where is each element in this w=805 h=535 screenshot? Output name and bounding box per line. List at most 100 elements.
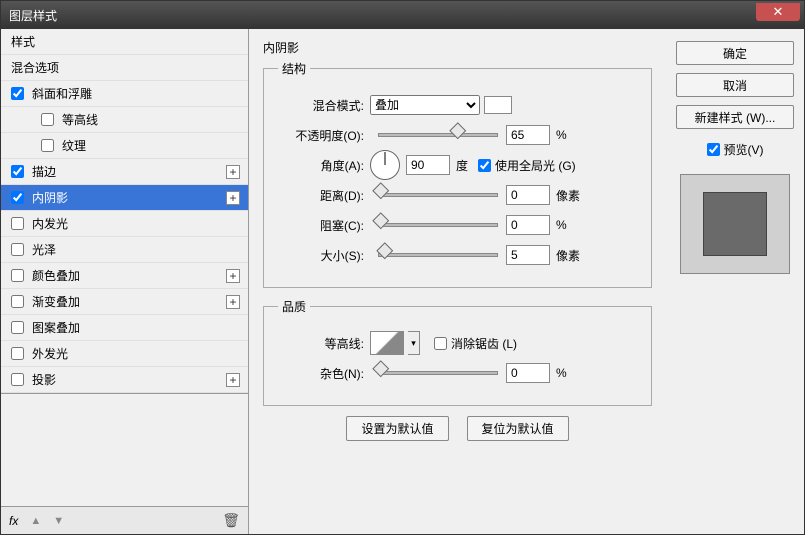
sidebar-item-texture[interactable]: 纹理: [1, 133, 248, 159]
angle-label: 角度(A):: [278, 157, 364, 174]
angle-unit: 度: [456, 157, 468, 174]
noise-label: 杂色(N):: [278, 365, 364, 382]
checkbox-drop-shadow[interactable]: [11, 373, 24, 386]
arrow-up-icon[interactable]: ▲: [30, 515, 41, 527]
checkbox-inner-glow[interactable]: [11, 217, 24, 230]
sidebar-item-stroke[interactable]: 描边 +: [1, 159, 248, 185]
row-distance: 距离(D): 像素: [278, 183, 637, 207]
sidebar-item-inner-glow[interactable]: 内发光: [1, 211, 248, 237]
window-title: 图层样式: [9, 7, 57, 24]
titlebar[interactable]: 图层样式 ✕: [1, 1, 804, 29]
sidebar-item-inner-shadow[interactable]: 内阴影 +: [1, 185, 248, 211]
make-default-button[interactable]: 设置为默认值: [346, 416, 448, 441]
antialias-checkbox[interactable]: [434, 337, 447, 350]
row-choke: 阻塞(C): %: [278, 213, 637, 237]
checkbox-gradient-overlay[interactable]: [11, 295, 24, 308]
sidebar-footer: fx ▲ ▼ 🗑: [1, 506, 248, 534]
sidebar-item-satin[interactable]: 光泽: [1, 237, 248, 263]
noise-unit: %: [556, 366, 567, 380]
fx-icon[interactable]: fx: [9, 514, 18, 528]
choke-label: 阻塞(C):: [278, 217, 364, 234]
sidebar-item-label: 内发光: [32, 215, 68, 232]
size-slider[interactable]: [378, 253, 498, 257]
sidebar-item-blend-options[interactable]: 混合选项: [1, 55, 248, 81]
sidebar-item-color-overlay[interactable]: 颜色叠加 +: [1, 263, 248, 289]
checkbox-texture[interactable]: [41, 139, 54, 152]
new-style-button[interactable]: 新建样式 (W)...: [676, 105, 794, 129]
opacity-input[interactable]: [506, 125, 550, 145]
sidebar-item-contour[interactable]: 等高线: [1, 107, 248, 133]
distance-input[interactable]: [506, 185, 550, 205]
angle-input[interactable]: [406, 155, 450, 175]
checkbox-outer-glow[interactable]: [11, 347, 24, 360]
noise-slider[interactable]: [378, 371, 498, 375]
preview-row: 预览(V): [676, 141, 794, 158]
antialias-label: 消除锯齿 (L): [451, 335, 517, 352]
sidebar-item-gradient-overlay[interactable]: 渐变叠加 +: [1, 289, 248, 315]
contour-picker[interactable]: [370, 331, 404, 355]
sidebar-item-label: 渐变叠加: [32, 293, 80, 310]
row-angle: 角度(A): 度 使用全局光 (G): [278, 153, 637, 177]
settings-panel: 内阴影 结构 混合模式: 叠加 不透明度(O): % 角度: [249, 29, 666, 534]
sidebar-item-label: 外发光: [32, 345, 68, 362]
quality-fieldset: 品质 等高线: ▾ 消除锯齿 (L) 杂色(N): %: [263, 298, 652, 406]
checkbox-satin[interactable]: [11, 243, 24, 256]
distance-label: 距离(D):: [278, 187, 364, 204]
choke-input[interactable]: [506, 215, 550, 235]
cancel-button[interactable]: 取消: [676, 73, 794, 97]
checkbox-pattern-overlay[interactable]: [11, 321, 24, 334]
panel-title: 内阴影: [263, 39, 652, 56]
size-label: 大小(S):: [278, 247, 364, 264]
angle-dial[interactable]: [370, 150, 400, 180]
sidebar-header-styles[interactable]: 样式: [1, 29, 248, 55]
preview-checkbox[interactable]: [707, 143, 720, 156]
styles-sidebar: 样式 混合选项 斜面和浮雕 等高线 纹理 描边 +: [1, 29, 249, 534]
row-blend-mode: 混合模式: 叠加: [278, 93, 637, 117]
color-swatch[interactable]: [484, 96, 512, 114]
global-light-label: 使用全局光 (G): [495, 157, 576, 174]
blend-mode-select[interactable]: 叠加: [370, 95, 480, 115]
checkbox-stroke[interactable]: [11, 165, 24, 178]
ok-button[interactable]: 确定: [676, 41, 794, 65]
action-panel: 确定 取消 新建样式 (W)... 预览(V): [666, 29, 804, 534]
close-button[interactable]: ✕: [756, 3, 800, 21]
choke-slider[interactable]: [378, 223, 498, 227]
sidebar-item-outer-glow[interactable]: 外发光: [1, 341, 248, 367]
sidebar-item-label: 描边: [32, 163, 56, 180]
plus-icon[interactable]: +: [226, 191, 240, 205]
checkbox-bevel-emboss[interactable]: [11, 87, 24, 100]
preview-box: [680, 174, 790, 274]
row-noise: 杂色(N): %: [278, 361, 637, 385]
sidebar-item-label: 斜面和浮雕: [32, 85, 92, 102]
sidebar-item-bevel-emboss[interactable]: 斜面和浮雕: [1, 81, 248, 107]
plus-icon[interactable]: +: [226, 165, 240, 179]
row-contour: 等高线: ▾ 消除锯齿 (L): [278, 331, 637, 355]
plus-icon[interactable]: +: [226, 373, 240, 387]
checkbox-contour[interactable]: [41, 113, 54, 126]
sidebar-item-label: 等高线: [62, 111, 98, 128]
opacity-label: 不透明度(O):: [278, 127, 364, 144]
size-input[interactable]: [506, 245, 550, 265]
row-size: 大小(S): 像素: [278, 243, 637, 267]
trash-icon[interactable]: 🗑: [222, 512, 240, 529]
arrow-down-icon[interactable]: ▼: [53, 515, 64, 527]
checkbox-color-overlay[interactable]: [11, 269, 24, 282]
contour-dropdown-icon[interactable]: ▾: [408, 331, 420, 355]
size-unit: 像素: [556, 247, 580, 264]
reset-default-button[interactable]: 复位为默认值: [467, 416, 569, 441]
noise-input[interactable]: [506, 363, 550, 383]
plus-icon[interactable]: +: [226, 269, 240, 283]
opacity-unit: %: [556, 128, 567, 142]
sidebar-item-label: 纹理: [62, 137, 86, 154]
checkbox-inner-shadow[interactable]: [11, 191, 24, 204]
close-icon: ✕: [773, 4, 784, 20]
structure-legend: 结构: [278, 60, 310, 77]
opacity-slider[interactable]: [378, 133, 498, 137]
sidebar-item-label: 颜色叠加: [32, 267, 80, 284]
distance-slider[interactable]: [378, 193, 498, 197]
plus-icon[interactable]: +: [226, 295, 240, 309]
choke-unit: %: [556, 218, 567, 232]
sidebar-item-drop-shadow[interactable]: 投影 +: [1, 367, 248, 393]
global-light-checkbox[interactable]: [478, 159, 491, 172]
sidebar-item-pattern-overlay[interactable]: 图案叠加: [1, 315, 248, 341]
